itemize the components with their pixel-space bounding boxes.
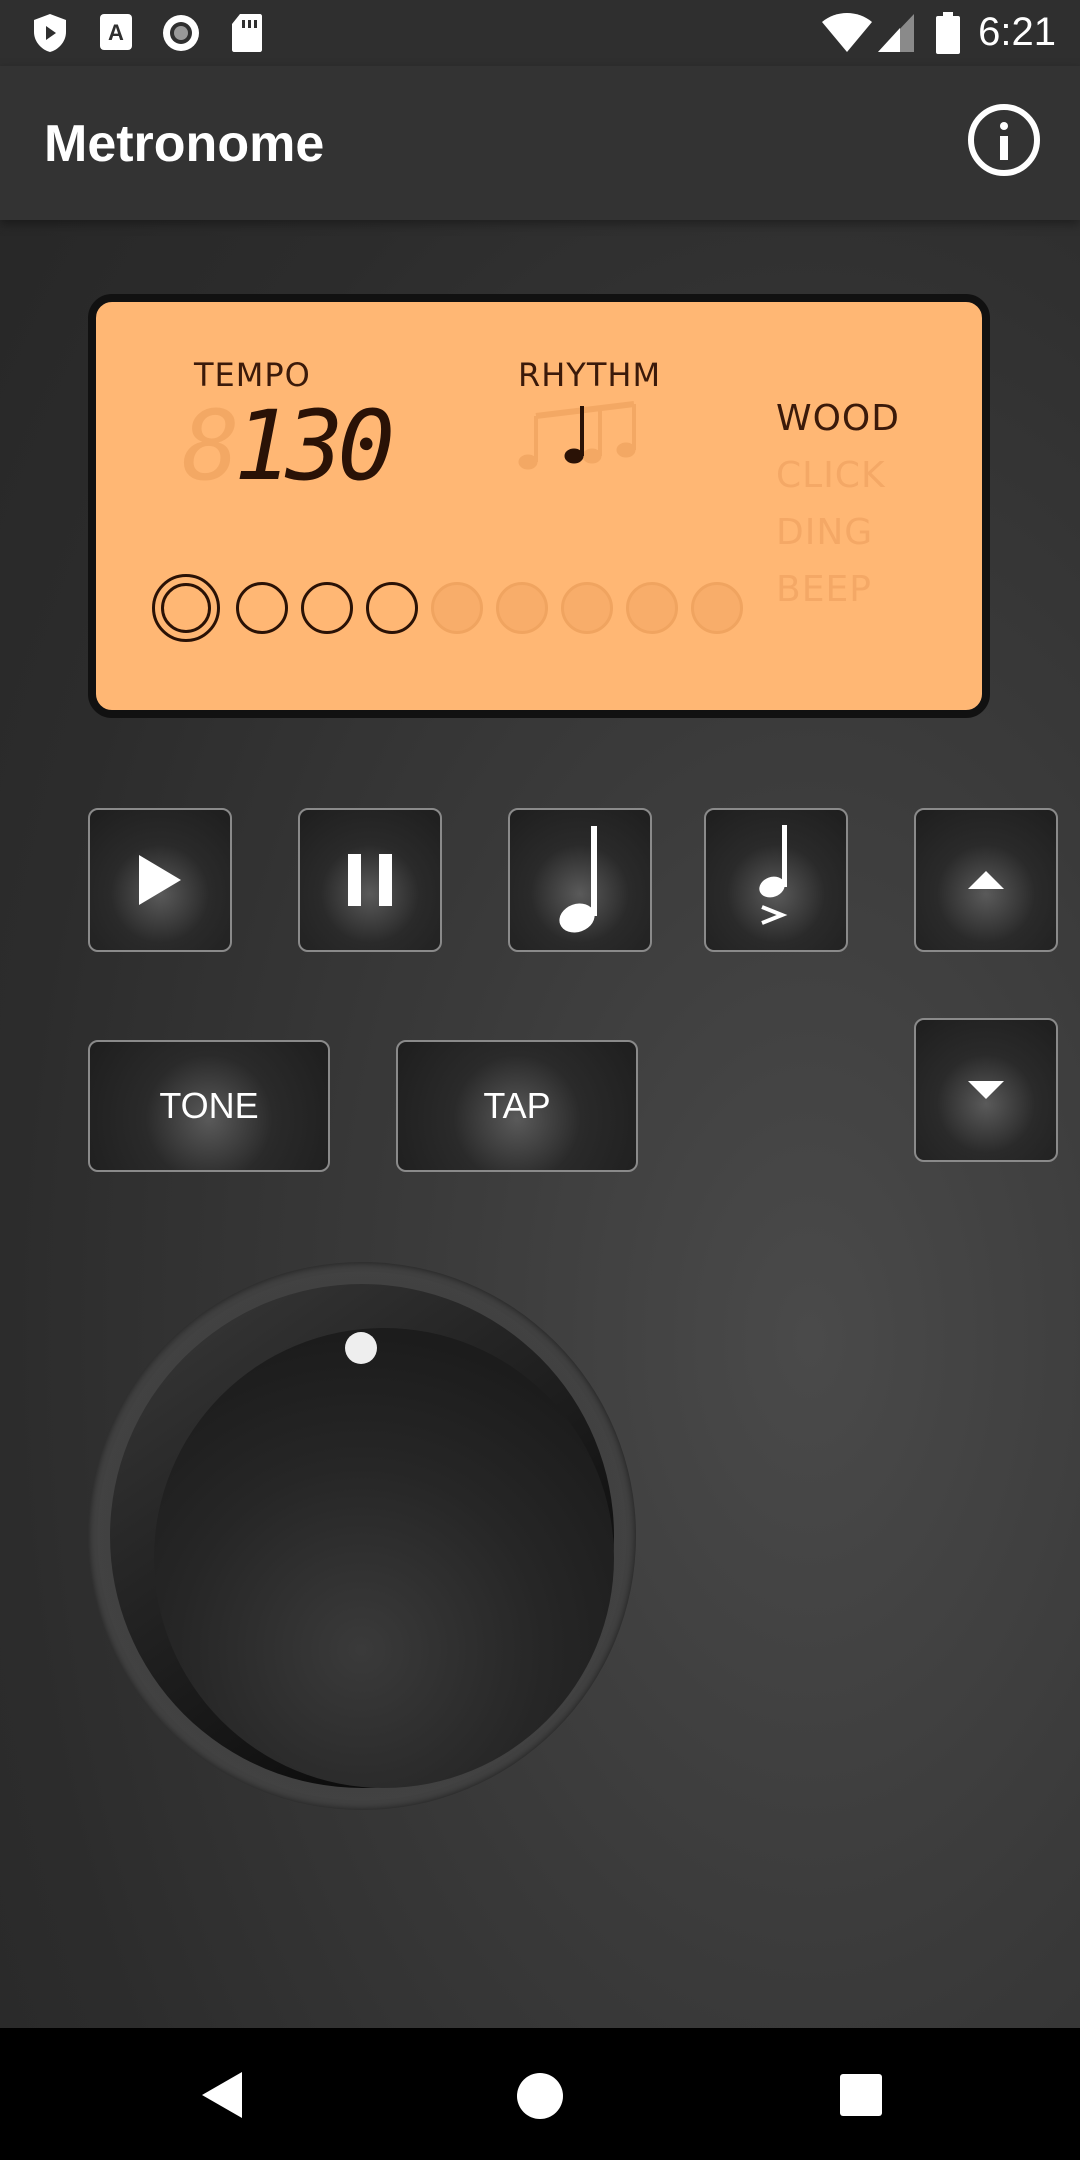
sound-item-wood: WOOD [776, 398, 900, 439]
rhythm-notes-icon [518, 401, 636, 470]
lcd-display: TEMPO 8130 RHYTHM WOOD CLICK DING BEEP [88, 294, 990, 718]
navigation-bar [0, 2028, 1080, 2160]
beat-indicator [691, 582, 743, 634]
play-button[interactable] [88, 808, 232, 952]
beat-indicator [561, 582, 613, 634]
status-bar: A 6:21 [0, 0, 1080, 66]
tempo-ghost-digit: 8 [182, 390, 240, 502]
tap-button[interactable]: TAP [396, 1040, 638, 1172]
wifi-icon [822, 13, 872, 52]
quarter-note-icon [559, 826, 597, 933]
rhythm-label: RHYTHM [518, 356, 662, 394]
beat-indicator [626, 582, 678, 634]
sd-card-icon [232, 14, 262, 52]
accent-button[interactable] [704, 808, 848, 952]
svg-text:A: A [108, 20, 124, 45]
record-icon [163, 15, 199, 51]
triangle-up-icon [968, 871, 1004, 889]
back-icon[interactable] [200, 2070, 244, 2120]
tempo-down-button[interactable] [914, 1018, 1058, 1162]
shield-icon [34, 14, 66, 52]
sound-item-beep: BEEP [776, 569, 872, 610]
sound-item-click: CLICK [776, 455, 886, 496]
tempo-digits: 130 [233, 390, 395, 502]
beat-indicator [496, 582, 548, 634]
info-icon[interactable] [968, 104, 1040, 176]
cell-signal-icon [878, 14, 914, 52]
accent-note-icon [759, 825, 788, 925]
tempo-knob[interactable] [88, 1262, 636, 1810]
tempo-value: 8130 [182, 390, 395, 502]
beat-indicator [152, 574, 220, 642]
triangle-down-icon [968, 1081, 1004, 1099]
tap-button-label: TAP [483, 1085, 551, 1126]
pause-button[interactable] [298, 808, 442, 952]
beat-indicator [301, 582, 353, 634]
sound-list: WOOD CLICK DING BEEP [776, 398, 900, 626]
tone-button-label: TONE [159, 1085, 259, 1126]
play-icon [139, 855, 181, 905]
recents-icon[interactable] [840, 2074, 882, 2116]
beat-indicator [236, 582, 288, 634]
tempo-up-button[interactable] [914, 808, 1058, 952]
text-a-icon: A [100, 14, 132, 50]
beat-indicator [431, 582, 483, 634]
app-title: Metronome [44, 115, 325, 173]
tempo-label: TEMPO [194, 356, 311, 394]
app-bar: Metronome [0, 66, 1080, 220]
tone-button[interactable]: TONE [88, 1040, 330, 1172]
battery-icon [936, 12, 960, 54]
pause-icon [348, 854, 392, 906]
status-time: 6:21 [978, 10, 1056, 54]
beat-indicator [366, 582, 418, 634]
sound-item-ding: DING [776, 512, 874, 553]
knob-indicator-dot [345, 1332, 377, 1364]
home-icon[interactable] [516, 2072, 564, 2120]
note-button[interactable] [508, 808, 652, 952]
